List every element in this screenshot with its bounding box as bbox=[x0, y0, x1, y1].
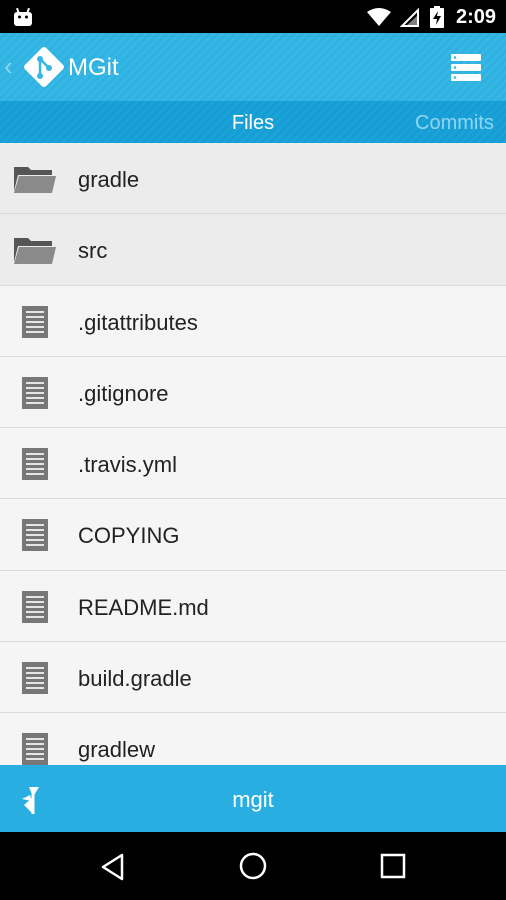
status-clock: 2:09 bbox=[455, 6, 496, 28]
file-name: .gitignore bbox=[78, 380, 169, 406]
list-item[interactable]: build.gradle bbox=[0, 642, 506, 714]
navigation-bar bbox=[0, 832, 506, 900]
tab-commits[interactable]: Commits bbox=[415, 112, 494, 135]
file-list: gradle src .gitattributes .gitignore .tr… bbox=[0, 143, 506, 765]
list-item[interactable]: gradle bbox=[0, 143, 506, 215]
battery-charging-icon bbox=[430, 6, 444, 28]
list-item[interactable]: .travis.yml bbox=[0, 428, 506, 500]
signal-icon bbox=[400, 7, 419, 27]
file-name: README.md bbox=[78, 594, 209, 620]
app-title: MGit bbox=[68, 54, 119, 81]
branch-bar[interactable]: mgit bbox=[0, 765, 506, 832]
action-bar: ‹ MGit bbox=[0, 33, 506, 101]
file-name: COPYING bbox=[78, 523, 180, 549]
repo-list-icon[interactable] bbox=[450, 53, 482, 83]
status-bar: 2:09 bbox=[0, 0, 506, 33]
file-icon bbox=[22, 590, 48, 623]
file-icon bbox=[22, 662, 48, 695]
file-name: gradlew bbox=[78, 737, 156, 763]
folder-icon bbox=[14, 238, 56, 265]
branch-name: mgit bbox=[232, 787, 274, 812]
file-icon bbox=[22, 733, 48, 765]
git-logo-icon[interactable] bbox=[22, 45, 66, 89]
list-item[interactable]: .gitattributes bbox=[0, 285, 506, 357]
list-item[interactable]: README.md bbox=[0, 570, 506, 643]
tab-bar: Files Commits bbox=[0, 101, 506, 143]
folder-icon bbox=[14, 167, 56, 193]
file-icon bbox=[22, 376, 48, 409]
file-name: gradle bbox=[78, 167, 140, 192]
list-item[interactable]: src bbox=[0, 214, 506, 286]
file-icon bbox=[22, 519, 48, 552]
list-item[interactable]: .gitignore bbox=[0, 356, 506, 429]
file-name: .travis.yml bbox=[78, 452, 177, 478]
list-item[interactable]: COPYING bbox=[0, 499, 506, 571]
file-name: .gitattributes bbox=[78, 309, 198, 335]
back-icon[interactable] bbox=[98, 852, 128, 882]
android-debug-icon bbox=[14, 7, 32, 26]
home-icon[interactable] bbox=[238, 851, 268, 881]
up-chevron-icon[interactable]: ‹ bbox=[4, 53, 13, 79]
recents-icon[interactable] bbox=[379, 852, 407, 880]
file-name: build.gradle bbox=[78, 666, 192, 692]
file-name: src bbox=[78, 238, 108, 264]
file-icon bbox=[22, 448, 48, 481]
list-item[interactable]: gradlew bbox=[0, 713, 506, 765]
tab-files[interactable]: Files bbox=[202, 112, 304, 135]
wifi-icon bbox=[367, 8, 391, 26]
file-icon bbox=[22, 305, 48, 338]
